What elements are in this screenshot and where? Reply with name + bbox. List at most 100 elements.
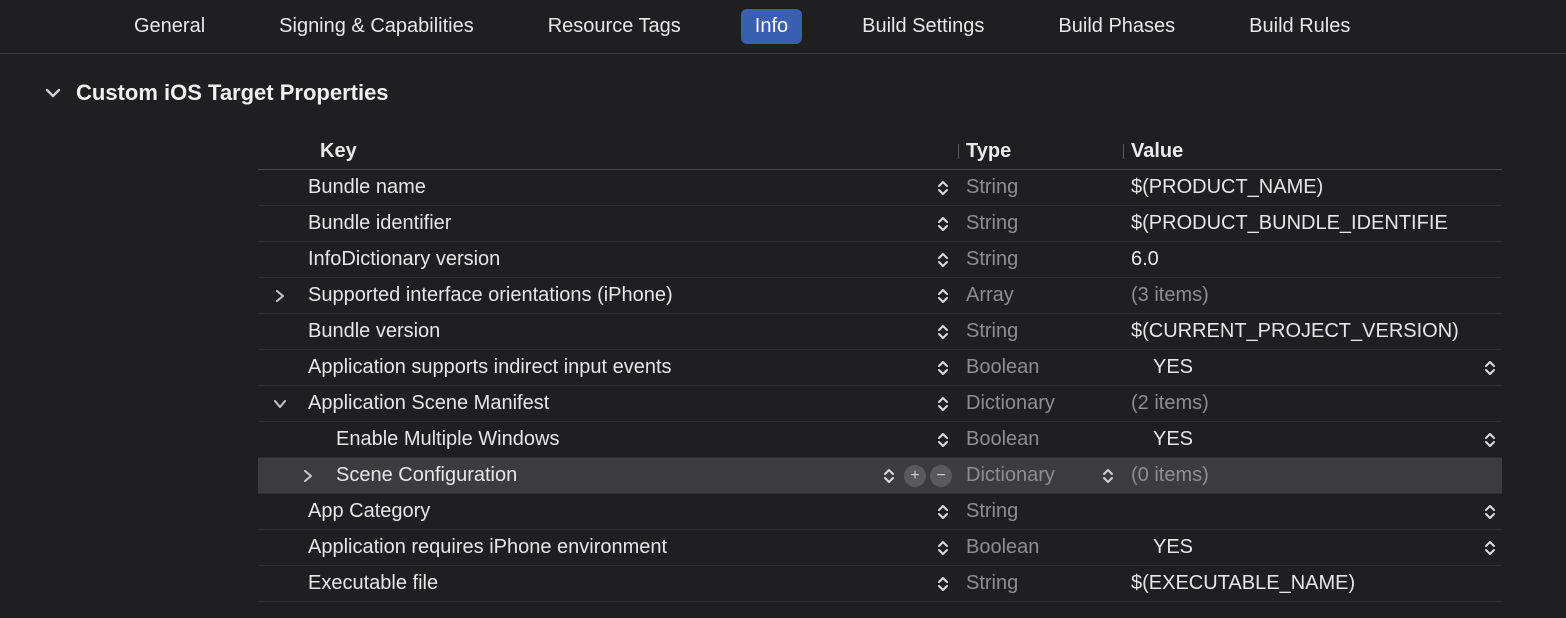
table-row[interactable]: Enable Multiple Windows+−BooleanYES [258, 422, 1502, 458]
type-cell[interactable]: Boolean [958, 350, 1123, 385]
type-text: Array [966, 284, 1123, 307]
type-cell[interactable]: String [958, 170, 1123, 205]
chevron-down-icon [44, 84, 62, 102]
key-popup-stepper-icon[interactable] [934, 396, 952, 412]
table-row[interactable]: Application Scene Manifest+−Dictionary(2… [258, 386, 1502, 422]
key-text: Application requires iPhone environment [308, 536, 934, 559]
key-cell[interactable]: Application supports indirect input even… [258, 350, 958, 385]
type-cell[interactable]: String [958, 494, 1123, 529]
value-cell[interactable]: $(PRODUCT_NAME) [1123, 170, 1503, 205]
key-cell[interactable]: Bundle identifier+− [258, 206, 958, 241]
type-cell[interactable]: String [958, 206, 1123, 241]
key-popup-stepper-icon[interactable] [934, 504, 952, 520]
value-cell[interactable]: YES [1123, 350, 1503, 385]
section-custom-ios-target-properties[interactable]: Custom iOS Target Properties [0, 54, 1566, 106]
key-cell[interactable]: Application requires iPhone environment+… [258, 530, 958, 565]
type-cell[interactable]: String [958, 566, 1123, 601]
value-text: 6.0 [1131, 248, 1503, 271]
table-row[interactable]: Supported interface orientations (iPhone… [258, 278, 1502, 314]
tab-signing-capabilities[interactable]: Signing & Capabilities [265, 9, 488, 44]
key-popup-stepper-icon[interactable] [934, 324, 952, 340]
key-text: InfoDictionary version [308, 248, 934, 271]
tab-general[interactable]: General [120, 9, 219, 44]
key-cell[interactable]: Enable Multiple Windows+− [258, 422, 958, 457]
table-row[interactable]: Scene Configuration+−Dictionary(0 items) [258, 458, 1502, 494]
key-popup-stepper-icon[interactable] [934, 540, 952, 556]
value-text: YES [1131, 536, 1481, 559]
value-cell[interactable]: $(CURRENT_PROJECT_VERSION) [1123, 314, 1503, 349]
column-header-value[interactable]: Value [1123, 140, 1503, 163]
type-cell[interactable]: String [958, 314, 1123, 349]
key-cell[interactable]: Scene Configuration+− [258, 458, 958, 493]
table-row[interactable]: InfoDictionary version+− String 6.0 [258, 242, 1502, 278]
chevron-right-icon[interactable] [298, 466, 318, 486]
add-row-button[interactable]: + [904, 465, 926, 487]
key-text: Bundle name [308, 176, 934, 199]
tab-resource-tags[interactable]: Resource Tags [534, 9, 695, 44]
key-cell[interactable]: Supported interface orientations (iPhone… [258, 278, 958, 313]
target-editor-tabbar: General Signing & Capabilities Resource … [0, 0, 1566, 54]
value-cell[interactable]: $(EXECUTABLE_NAME) [1123, 566, 1503, 601]
type-cell[interactable]: Dictionary [958, 386, 1123, 421]
value-cell[interactable] [1123, 494, 1503, 529]
table-row[interactable]: Executable file+− String $(EXECUTABLE_NAME… [258, 566, 1502, 602]
column-header-key[interactable]: Key [258, 140, 958, 163]
type-cell[interactable]: Array [958, 278, 1123, 313]
value-cell[interactable]: $(PRODUCT_BUNDLE_IDENTIFIE [1123, 206, 1503, 241]
type-popup-stepper-icon[interactable] [1099, 468, 1117, 484]
tab-info[interactable]: Info [741, 9, 802, 44]
value-cell[interactable]: YES [1123, 422, 1503, 457]
key-popup-stepper-icon[interactable] [880, 468, 898, 484]
value-popup-stepper-icon[interactable] [1481, 432, 1499, 448]
key-popup-stepper-icon[interactable] [934, 180, 952, 196]
table-row[interactable]: App Category+−String [258, 494, 1502, 530]
value-cell[interactable]: YES [1123, 530, 1503, 565]
type-text: String [966, 248, 1123, 271]
key-popup-stepper-icon[interactable] [934, 216, 952, 232]
type-text: String [966, 572, 1123, 595]
value-text: $(PRODUCT_BUNDLE_IDENTIFIE [1131, 212, 1503, 235]
row-action-buttons: +− [904, 465, 952, 487]
key-cell[interactable]: Bundle version+− [258, 314, 958, 349]
key-text: Bundle identifier [308, 212, 934, 235]
key-cell[interactable]: Application Scene Manifest+− [258, 386, 958, 421]
tab-build-rules[interactable]: Build Rules [1235, 9, 1364, 44]
key-cell[interactable]: Bundle name+− [258, 170, 958, 205]
type-text: String [966, 212, 1123, 235]
value-cell[interactable]: (3 items) [1123, 278, 1503, 313]
type-cell[interactable]: Dictionary [958, 458, 1123, 493]
key-popup-stepper-icon[interactable] [934, 360, 952, 376]
key-cell[interactable]: Executable file+− [258, 566, 958, 601]
tab-build-settings[interactable]: Build Settings [848, 9, 998, 44]
value-text: $(CURRENT_PROJECT_VERSION) [1131, 320, 1503, 343]
key-text: Application Scene Manifest [308, 392, 934, 415]
value-cell[interactable]: (2 items) [1123, 386, 1503, 421]
table-row[interactable]: Application supports indirect input even… [258, 350, 1502, 386]
value-cell[interactable]: (0 items) [1123, 458, 1503, 493]
value-popup-stepper-icon[interactable] [1481, 540, 1499, 556]
key-cell[interactable]: InfoDictionary version+− [258, 242, 958, 277]
value-popup-stepper-icon[interactable] [1481, 360, 1499, 376]
value-popup-stepper-icon[interactable] [1481, 504, 1499, 520]
column-header-type[interactable]: Type [958, 140, 1123, 163]
type-text: String [966, 176, 1123, 199]
tab-build-phases[interactable]: Build Phases [1044, 9, 1189, 44]
type-cell[interactable]: Boolean [958, 530, 1123, 565]
value-text: $(EXECUTABLE_NAME) [1131, 572, 1503, 595]
type-cell[interactable]: String [958, 242, 1123, 277]
key-popup-stepper-icon[interactable] [934, 288, 952, 304]
chevron-down-icon[interactable] [270, 394, 290, 414]
key-text: Enable Multiple Windows [336, 428, 934, 451]
key-cell[interactable]: App Category+− [258, 494, 958, 529]
type-cell[interactable]: Boolean [958, 422, 1123, 457]
key-popup-stepper-icon[interactable] [934, 432, 952, 448]
table-row[interactable]: Application requires iPhone environment+… [258, 530, 1502, 566]
table-row[interactable]: Bundle identifier+− String $(PRODUCT_BUNDL… [258, 206, 1502, 242]
key-popup-stepper-icon[interactable] [934, 576, 952, 592]
chevron-right-icon[interactable] [270, 286, 290, 306]
table-row[interactable]: Bundle name+− String$(PRODUCT_NAME) [258, 170, 1502, 206]
value-cell[interactable]: 6.0 [1123, 242, 1503, 277]
remove-row-button[interactable]: − [930, 465, 952, 487]
table-row[interactable]: Bundle version+−String $(CURRENT_PROJECT_… [258, 314, 1502, 350]
key-popup-stepper-icon[interactable] [934, 252, 952, 268]
